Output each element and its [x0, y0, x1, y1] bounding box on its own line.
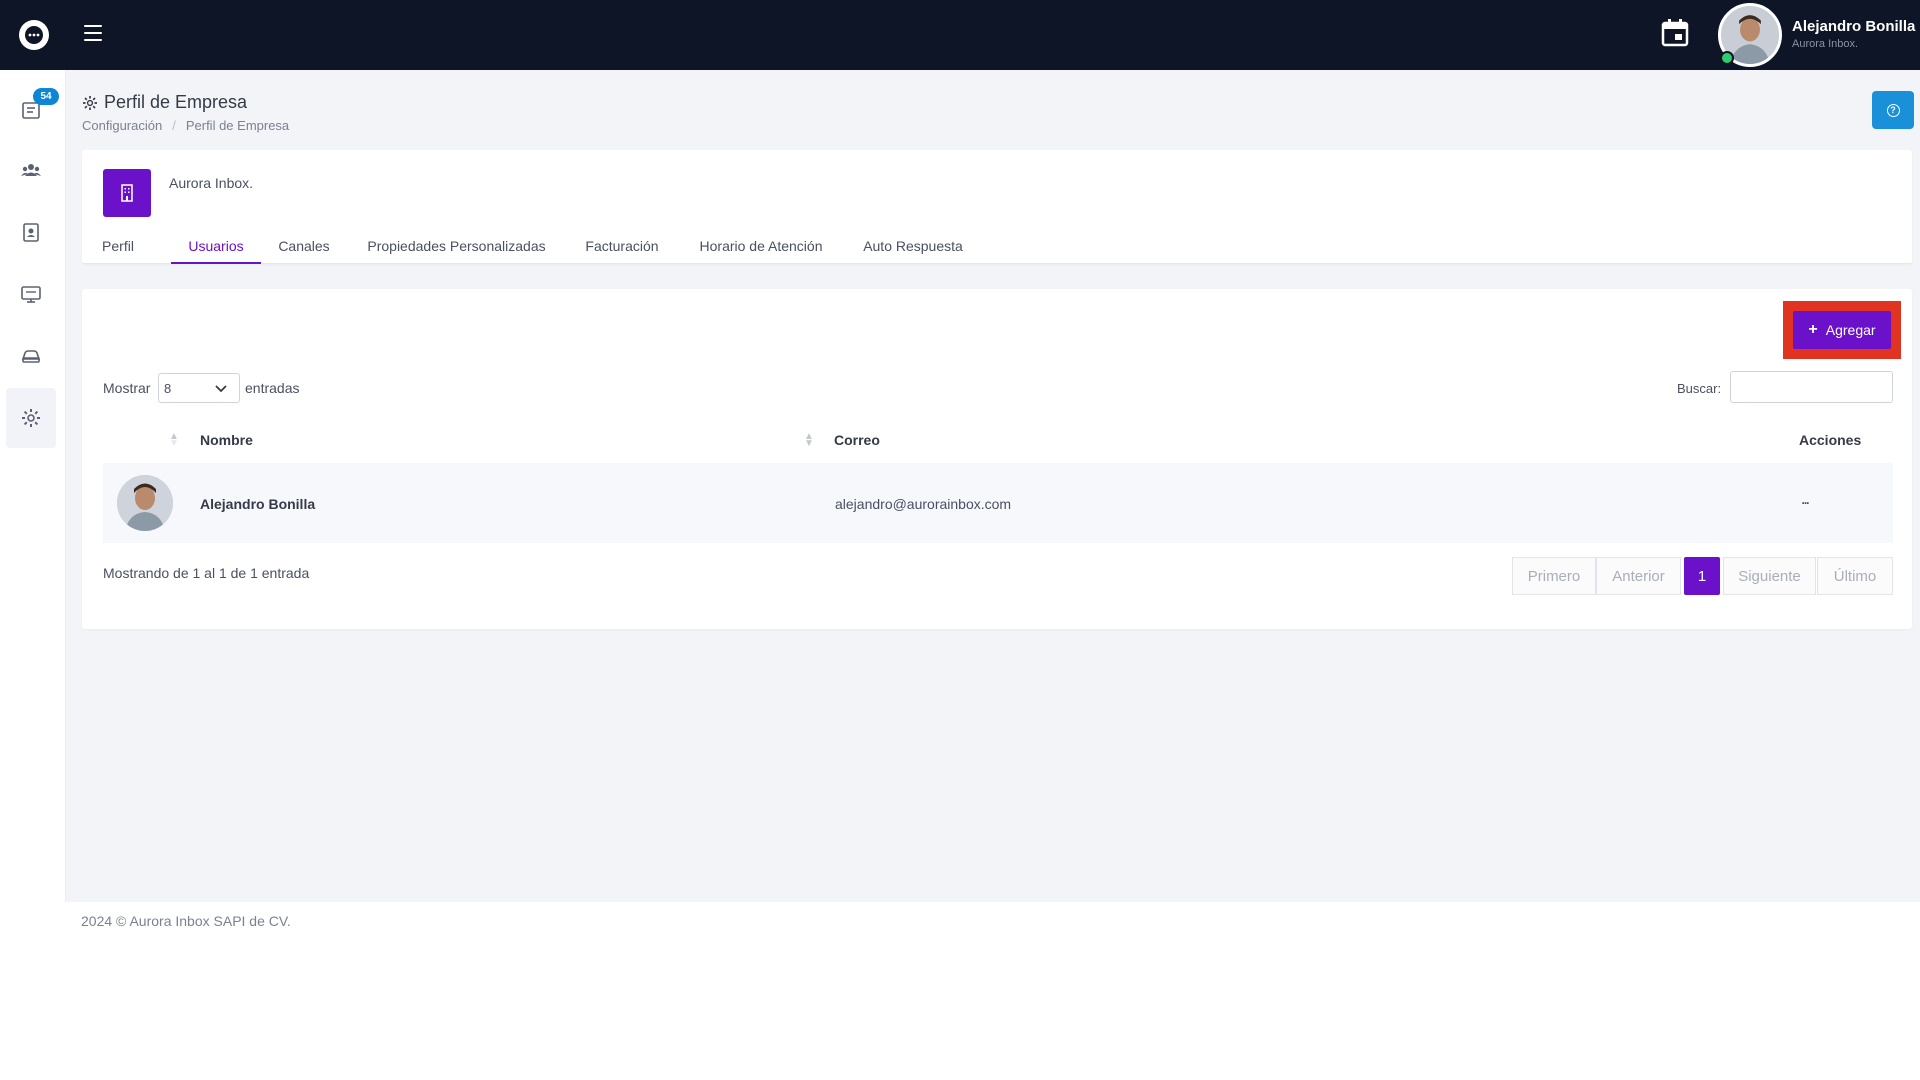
page-title: Perfil de Empresa [82, 92, 247, 113]
user-row-name: Alejandro Bonilla [200, 496, 316, 512]
column-header-name[interactable]: Nombre [200, 432, 253, 448]
notification-badge: 54 [33, 88, 59, 105]
pagination-last[interactable]: Último [1817, 557, 1893, 595]
top-navbar: Alejandro Bonilla Aurora Inbox. [0, 0, 1920, 70]
table-info: Mostrando de 1 al 1 de 1 entrada [103, 565, 310, 581]
pagination-previous[interactable]: Anterior [1596, 557, 1681, 595]
row-actions-menu[interactable]: ... [1793, 493, 1817, 511]
tab-canales[interactable]: Canales [274, 230, 334, 264]
monitor-icon [21, 286, 41, 303]
breadcrumb-item-current: Perfil de Empresa [185, 118, 290, 133]
tab-horario-de-atencion[interactable]: Horario de Atención [690, 230, 832, 264]
page-title-text: Perfil de Empresa [104, 92, 248, 112]
hamburger-icon[interactable] [84, 25, 102, 41]
pagination-next[interactable]: Siguiente [1723, 557, 1816, 595]
show-entries-label: Mostrar [103, 380, 151, 396]
add-user-label: Agregar [1825, 322, 1876, 338]
breadcrumb: Configuración / Perfil de Empresa [82, 118, 289, 133]
contact-card-icon [23, 223, 39, 242]
pagination-first[interactable]: Primero [1512, 557, 1596, 595]
gear-icon [83, 95, 97, 110]
user-company: Aurora Inbox. [1792, 38, 1859, 50]
user-name[interactable]: Alejandro Bonilla [1792, 18, 1915, 35]
help-button[interactable]: ? [1872, 91, 1914, 129]
users-icon [21, 164, 41, 176]
tab-auto-respuesta[interactable]: Auto Respuesta [857, 230, 969, 264]
users-card: + Agregar Mostrar 8 entradas Buscar: ▲ ▼ … [82, 289, 1912, 629]
plus-icon: + [1808, 321, 1818, 338]
sidebar-item-contacts[interactable] [6, 140, 56, 200]
breadcrumb-separator: / [172, 118, 176, 133]
search-label: Buscar: [1677, 381, 1722, 396]
footer-copyright: 2024 © Aurora Inbox SAPI de CV. [81, 913, 291, 929]
car-icon [21, 350, 41, 363]
avatar [117, 475, 173, 531]
chevron-down-icon [215, 385, 227, 393]
sidebar-item-settings[interactable] [6, 388, 56, 448]
gear-icon [22, 409, 40, 427]
tab-usuarios[interactable]: Usuarios [171, 230, 261, 264]
sidebar-item-broadcasts[interactable] [6, 264, 56, 324]
column-header-actions: Acciones [1799, 432, 1862, 448]
tab-propiedades-personalizadas[interactable]: Propiedades Personalizadas [359, 230, 554, 264]
entries-per-page-value: 8 [164, 380, 172, 396]
add-user-button[interactable]: + Agregar [1793, 311, 1891, 349]
breadcrumb-item-configuracion[interactable]: Configuración [82, 118, 162, 133]
entries-label: entradas [245, 380, 300, 396]
sidebar-item-directory[interactable] [6, 202, 56, 262]
company-card: Aurora Inbox. Perfil Usuarios Canales Pr… [82, 150, 1912, 264]
column-header-email[interactable]: Correo [834, 432, 880, 448]
tab-perfil[interactable]: Perfil [97, 230, 139, 264]
building-icon [103, 169, 151, 217]
table-row: Alejandro Bonilla alejandro@aurorainbox.… [103, 463, 1893, 543]
sort-icon[interactable]: ▲ ▼ [804, 432, 814, 449]
search-input[interactable] [1730, 371, 1893, 403]
help-icon: ? [1886, 103, 1900, 117]
entries-per-page-select[interactable]: 8 [158, 373, 240, 403]
pagination-page-1[interactable]: 1 [1684, 557, 1720, 595]
company-tabs: Perfil Usuarios Canales Propiedades Pers… [82, 230, 1912, 264]
company-name: Aurora Inbox. [169, 175, 254, 191]
chat-bubble-icon[interactable] [19, 20, 49, 50]
sidebar-item-automation[interactable] [6, 326, 56, 386]
user-row-email: alejandro@aurorainbox.com [835, 496, 1012, 512]
tab-facturacion[interactable]: Facturación [579, 230, 665, 264]
calendar-icon[interactable] [1660, 18, 1690, 48]
sidebar [0, 70, 66, 902]
sort-asc-icon[interactable]: ▲ ▼ [169, 432, 179, 449]
online-status-indicator [1720, 51, 1734, 65]
